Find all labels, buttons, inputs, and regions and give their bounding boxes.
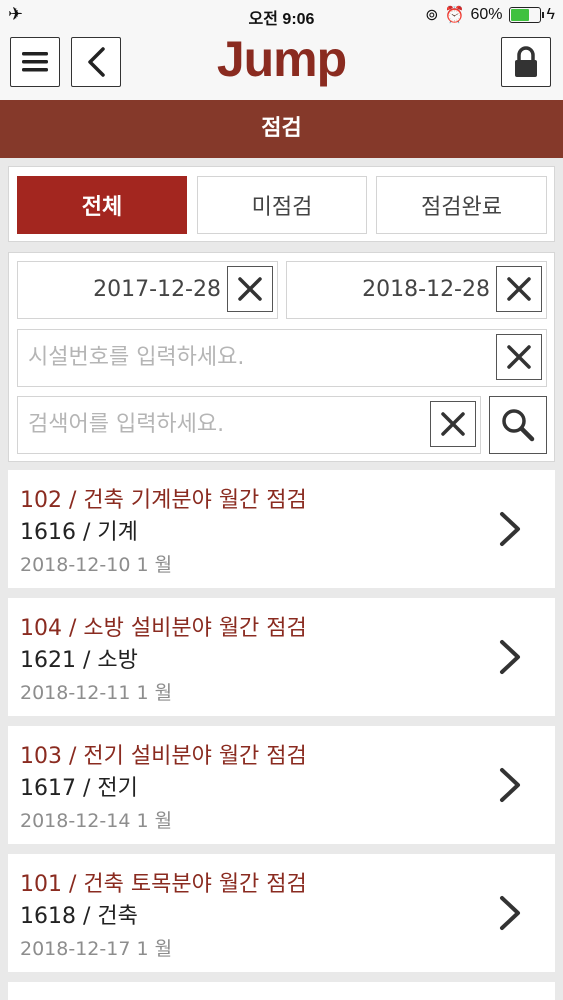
item-title: 101 / 건축 토목분야 월간 점검 <box>20 872 307 897</box>
item-subtitle: 1617 / 전기 <box>20 776 138 801</box>
item-title: 102 / 건축 기계분야 월간 점검 <box>20 488 307 513</box>
lock-button[interactable] <box>501 37 551 87</box>
keyword-clear-button[interactable] <box>430 401 476 447</box>
item-date: 2018-12-10 1 월 <box>20 554 173 576</box>
close-icon <box>507 345 531 369</box>
item-title: 104 / 소방 설비분야 월간 점검 <box>20 616 307 641</box>
status-right: ⊚ ⏰ 60% ϟ <box>425 5 555 25</box>
alarm-icon: ⏰ <box>444 7 465 24</box>
chevron-right-icon <box>500 896 520 930</box>
facility-number-clear-button[interactable] <box>496 334 542 380</box>
facility-number-placeholder: 시설번호를 입력하세요. <box>28 345 245 370</box>
tab-all[interactable]: 전체 <box>17 176 187 234</box>
close-icon <box>507 277 531 301</box>
inspection-list-item[interactable]: 101 / 건축 토목분야 월간 점검 1618 / 건축 2018-12-17… <box>8 854 555 972</box>
item-subtitle: 1618 / 건축 <box>20 904 138 929</box>
keyword-search-input[interactable]: 검색어를 입력하세요. <box>17 396 481 454</box>
start-date-field[interactable]: 2017-12-28 <box>17 261 278 319</box>
item-date: 2018-12-17 1 월 <box>20 938 173 960</box>
inspection-list-item-partial[interactable] <box>8 982 555 1000</box>
start-date-value: 2017-12-28 <box>93 277 221 302</box>
tab-uninspected[interactable]: 미점검 <box>197 176 367 234</box>
battery-percent: 60% <box>470 6 503 23</box>
charging-icon: ϟ <box>546 6 555 23</box>
item-date: 2018-12-14 1 월 <box>20 810 173 832</box>
tab-completed[interactable]: 점검완료 <box>376 176 547 234</box>
end-date-clear-button[interactable] <box>496 266 542 312</box>
chevron-right-icon <box>500 768 520 802</box>
item-subtitle: 1621 / 소방 <box>20 648 138 673</box>
close-icon <box>441 412 465 436</box>
inspection-list-item[interactable]: 103 / 전기 설비분야 월간 점검 1617 / 전기 2018-12-14… <box>8 726 555 844</box>
chevron-right-icon <box>500 512 520 546</box>
chevron-right-icon <box>500 640 520 674</box>
close-icon <box>238 277 262 301</box>
search-icon <box>502 409 535 442</box>
app-header: Jump <box>0 28 563 100</box>
keyword-placeholder: 검색어를 입력하세요. <box>28 412 225 437</box>
page-title: 점검 <box>0 100 563 158</box>
item-title: 103 / 전기 설비분야 월간 점검 <box>20 744 307 769</box>
facility-number-input[interactable]: 시설번호를 입력하세요. <box>17 329 547 387</box>
filter-panel: 2017-12-28 2018-12-28 시설번호를 입력하세요. 검색어를 … <box>8 252 555 462</box>
status-bar: ✈ 오전 9:06 ⊚ ⏰ 60% ϟ <box>0 0 563 28</box>
item-subtitle: 1616 / 기계 <box>20 520 138 545</box>
tab-bar: 전체 미점검 점검완료 <box>8 166 555 242</box>
start-date-clear-button[interactable] <box>227 266 273 312</box>
search-button[interactable] <box>489 396 547 454</box>
inspection-list-item[interactable]: 104 / 소방 설비분야 월간 점검 1621 / 소방 2018-12-11… <box>8 598 555 716</box>
battery-icon <box>508 7 544 23</box>
jump-logo: Jump <box>216 31 347 87</box>
inspection-list-item[interactable]: 102 / 건축 기계분야 월간 점검 1616 / 기계 2018-12-10… <box>8 470 555 588</box>
end-date-field[interactable]: 2018-12-28 <box>286 261 547 319</box>
lock-icon <box>515 46 537 77</box>
end-date-value: 2018-12-28 <box>362 277 490 302</box>
item-date: 2018-12-11 1 월 <box>20 682 173 704</box>
rotation-lock-icon: ⊚ <box>425 7 439 24</box>
